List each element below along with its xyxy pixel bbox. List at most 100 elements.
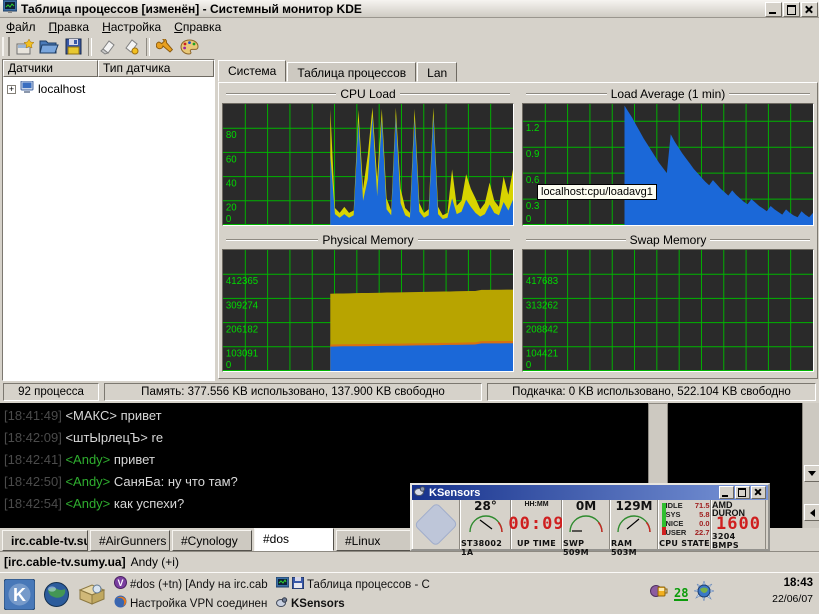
message-timestamp: [18:42:50] (4, 474, 65, 489)
task-item-2[interactable]: Настройка VPN соединен (112, 594, 274, 613)
cpu-load-chart: CPU Load806040200 (222, 87, 514, 226)
swap-memory-title-text: Swap Memory (630, 233, 707, 247)
scroll-left-button[interactable] (804, 504, 819, 521)
message-nick: <Andy> (65, 452, 113, 467)
system-tray: 28 (650, 581, 714, 606)
minimize-button[interactable] (765, 2, 782, 17)
tab-2[interactable]: Lan (417, 62, 457, 82)
irc-tab-4[interactable]: #Linux (336, 530, 414, 551)
irc-tab-2[interactable]: #Cynology (172, 530, 252, 551)
message-nick: <Andy> (65, 474, 113, 489)
tree-item-label: localhost (38, 82, 85, 96)
gauge-label: RAM 503M (611, 539, 657, 557)
style-palette-button[interactable] (177, 36, 201, 57)
task-label: Настройка VPN соединен (130, 598, 267, 610)
cpu-load-title: CPU Load (222, 87, 514, 101)
maximize-button[interactable] (735, 486, 750, 499)
kmenu-button[interactable]: K (3, 578, 35, 610)
open-worksheet-button[interactable] (37, 36, 61, 57)
task-item-3[interactable]: KSensors (274, 594, 454, 613)
network-globe-icon[interactable] (694, 581, 714, 606)
task-item-1[interactable]: Таблица процессов - С (274, 575, 454, 594)
irc-tab-0[interactable]: irc.cable-tv.su (2, 530, 88, 551)
sensor-browser-header: Датчики Тип датчика (3, 60, 214, 77)
desktop: Таблица процессов [изменён] - Системный … (0, 0, 819, 614)
eraser-button[interactable] (95, 36, 119, 57)
irc-tab-3[interactable]: #dos (254, 528, 334, 551)
kteatime-icon[interactable] (650, 583, 668, 605)
computer-icon (20, 80, 34, 98)
message-nick: <штЫрлецЪ> (65, 430, 151, 445)
eraser-all-button[interactable] (119, 36, 143, 57)
tab-0[interactable]: Система (218, 60, 286, 82)
message-timestamp: [18:42:54] (4, 496, 65, 511)
toolbar-separator (88, 38, 92, 56)
tree-item-localhost[interactable]: + localhost (3, 77, 214, 98)
gauge-dial-icon (566, 512, 606, 539)
worksheet: CPU Load806040200Load Average (1 min)1.2… (218, 82, 818, 379)
package-button[interactable] (76, 578, 108, 610)
gauge-label: ST38002 1A (461, 539, 510, 557)
cpu-state-label: CPU STATE (659, 539, 710, 548)
new-worksheet-button[interactable] (13, 36, 37, 57)
cpu-state-rows: IDLE71.5SYS5.8NICE0.0USER22.7 (666, 501, 710, 537)
menu-item-1[interactable]: Правка (47, 19, 97, 35)
menu-item-2[interactable]: Настройка (100, 19, 168, 35)
cpu-state-value: 22.7 (695, 529, 710, 537)
toolbar-separator (146, 38, 150, 56)
uptime-caption: HH:MM (524, 501, 548, 509)
cpu-state-value: 71.5 (695, 502, 710, 510)
tree-expander-icon[interactable]: + (7, 85, 16, 94)
worksheet-tabbar: СистемаТаблица процессовLan (218, 60, 819, 82)
menu-item-3[interactable]: Справка (172, 19, 228, 35)
tab-1[interactable]: Таблица процессов (287, 62, 416, 82)
cpu-state-row: IDLE71.5 (666, 502, 710, 510)
ksensors-panel-cpustate: IDLE71.5SYS5.8NICE0.0USER22.7CPU STATE (658, 500, 711, 549)
task-label: Таблица процессов - С (307, 579, 430, 591)
cpu-state-value: 0.0 (699, 520, 709, 528)
toolbar (0, 35, 819, 58)
physical-memory-title: Physical Memory (222, 233, 514, 247)
chat-message-0: [18:41:49] <МАКС> привет (0, 405, 648, 427)
maximize-button[interactable] (783, 2, 800, 17)
save-worksheet-button[interactable] (61, 36, 85, 57)
window-title: Таблица процессов [изменён] - Системный … (21, 2, 362, 16)
close-button[interactable] (751, 486, 766, 499)
message-text: привет (121, 408, 162, 423)
cpu-state-row: USER 22.7 (666, 529, 710, 537)
sysmon-titlebar[interactable]: Таблица процессов [изменён] - Системный … (0, 0, 819, 18)
column-header-sensor-type[interactable]: Тип датчика (98, 60, 214, 77)
ksensors-app-icon (414, 484, 426, 502)
ksensors-panel-gauge: 129MRAM 503M (610, 500, 658, 549)
clock-time: 18:43 (772, 577, 813, 589)
irc-nicklist-scrollbar[interactable] (802, 403, 819, 528)
ksensors-panel-gauge: 28°ST38002 1A (460, 500, 511, 549)
ksensors-title: KSensors (429, 487, 716, 499)
close-button[interactable] (801, 2, 818, 17)
uptime-value: 00:09 (508, 517, 564, 532)
clock[interactable]: 18:43 22/06/07 (772, 577, 813, 605)
menu-item-0[interactable]: Файл (4, 19, 43, 35)
browser-globe-button[interactable] (40, 578, 72, 610)
minimize-button[interactable] (719, 486, 734, 499)
statusbar: 92 процесса Память: 377.556 KB использов… (0, 381, 819, 403)
virc-icon: V (114, 576, 127, 594)
task-item-0[interactable]: V#dos (+tn) [Andy на irc.cab (112, 575, 274, 594)
svg-text:0.9: 0.9 (526, 149, 539, 160)
toolbar-grip[interactable] (2, 37, 10, 56)
chat-message-2: [18:42:41] <Andy> привет (0, 449, 648, 471)
scroll-down-button[interactable] (804, 465, 819, 482)
app-icon (3, 0, 17, 18)
status-memory: Память: 377.556 KB использовано, 137.900… (104, 383, 482, 401)
configure-wrench-button[interactable] (153, 36, 177, 57)
svg-text:V: V (117, 578, 123, 588)
column-header-sensors[interactable]: Датчики (3, 60, 98, 77)
tray-temperature[interactable]: 28 (674, 587, 688, 601)
task-label: KSensors (291, 598, 345, 610)
svg-text:103091: 103091 (226, 349, 258, 360)
message-text: привет (114, 452, 155, 467)
ksensors-titlebar[interactable]: KSensors (412, 485, 768, 500)
ksensors-panel-gauge: 0MSWP 509M (562, 500, 610, 549)
irc-tab-1[interactable]: #AirGunners (90, 530, 170, 551)
cpu-state-name: USER (666, 529, 687, 537)
